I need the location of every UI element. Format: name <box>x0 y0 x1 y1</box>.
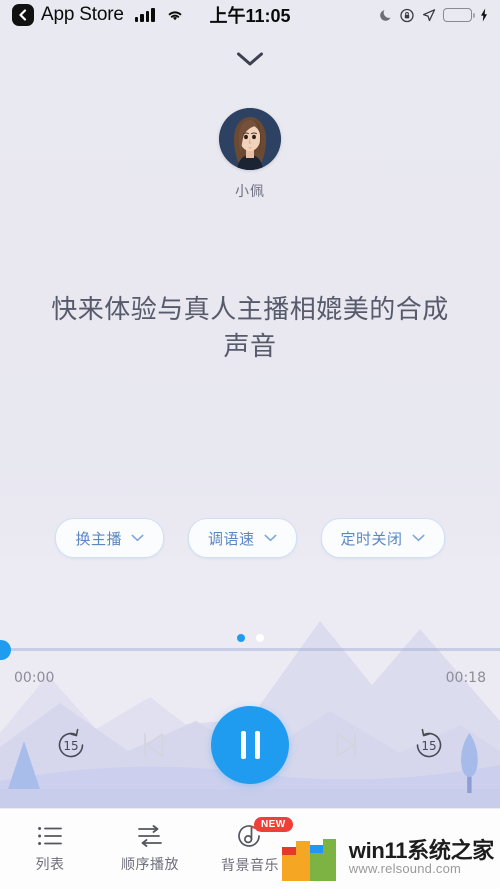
change-speaker-label: 换主播 <box>75 530 122 548</box>
avatar[interactable] <box>219 108 281 170</box>
play-pause-button[interactable] <box>211 706 289 784</box>
back-app-label[interactable]: App Store <box>41 4 124 26</box>
location-arrow-icon <box>422 8 436 22</box>
wifi-icon <box>166 8 184 22</box>
nav-label-play-order: 顺序播放 <box>121 855 179 872</box>
status-bar-right <box>380 8 488 23</box>
nav-item-placeholder-4[interactable] <box>300 809 400 889</box>
playback-controls: 15 15 <box>0 690 500 800</box>
back-chevron-icon[interactable] <box>12 4 34 26</box>
nav-label-background-music: 背景音乐 <box>221 856 279 873</box>
charging-bolt-icon <box>480 8 488 22</box>
sleep-timer-label: 定时关闭 <box>340 530 403 548</box>
previous-track-button[interactable] <box>113 703 197 787</box>
nav-item-list[interactable]: 列表 <box>0 809 100 889</box>
option-buttons-row: 换主播 调语速 定时关闭 <box>0 518 500 558</box>
progress-track[interactable] <box>0 640 500 660</box>
nav-item-placeholder-5[interactable] <box>400 809 500 889</box>
adjust-speed-button[interactable]: 调语速 <box>187 518 297 558</box>
collapse-button[interactable] <box>226 44 274 74</box>
page-dot-2[interactable] <box>255 634 264 642</box>
chevron-down-icon <box>412 534 425 542</box>
page-headline: 快来体验与真人主播相媲美的合成声音 <box>51 295 449 362</box>
sequence-play-icon <box>137 824 163 847</box>
time-row: 00:00 00:18 <box>0 670 500 686</box>
chevron-down-icon <box>131 534 144 542</box>
nav-label-list: 列表 <box>35 855 65 872</box>
speaker-block: 小佩 <box>219 108 281 201</box>
forward-15-button[interactable]: 15 <box>387 703 471 787</box>
progress-thumb[interactable] <box>0 640 11 660</box>
adjust-speed-label: 调语速 <box>207 530 255 548</box>
nav-item-background-music[interactable]: NEW 背景音乐 <box>200 809 300 889</box>
pause-icon <box>240 731 246 759</box>
signal-bars-icon <box>134 8 155 22</box>
rewind-15-button[interactable]: 15 <box>29 703 113 787</box>
status-time: 上午11:05 <box>209 6 291 26</box>
forward-15-label: 15 <box>421 739 436 753</box>
total-time: 00:18 <box>445 670 486 686</box>
new-badge: NEW <box>254 817 293 832</box>
moon-icon <box>380 8 393 22</box>
change-speaker-button[interactable]: 换主播 <box>55 518 164 558</box>
battery-icon <box>443 8 475 22</box>
player-screen: 小佩 快来体验与真人主播相媲美的合成声音 换主播 调语速 定时关闭 00:00 … <box>0 30 500 809</box>
status-bar: App Store 上午11:05 <box>0 0 500 30</box>
chevron-down-icon <box>236 51 264 67</box>
sleep-timer-button[interactable]: 定时关闭 <box>320 518 445 558</box>
rotation-lock-icon <box>400 8 415 23</box>
nav-item-play-order[interactable]: 顺序播放 <box>100 809 200 889</box>
page-dot-1[interactable] <box>236 634 245 642</box>
next-track-button[interactable] <box>303 703 387 787</box>
bottom-navigation: 列表 顺序播放 NEW 背景音乐 <box>0 808 500 889</box>
chevron-down-icon <box>264 534 277 542</box>
current-time: 00:00 <box>14 670 55 686</box>
rewind-15-label: 15 <box>63 739 78 753</box>
speaker-name: 小佩 <box>235 183 265 199</box>
page-indicator <box>0 634 500 642</box>
list-icon <box>37 825 63 847</box>
status-bar-left: App Store <box>12 4 184 26</box>
